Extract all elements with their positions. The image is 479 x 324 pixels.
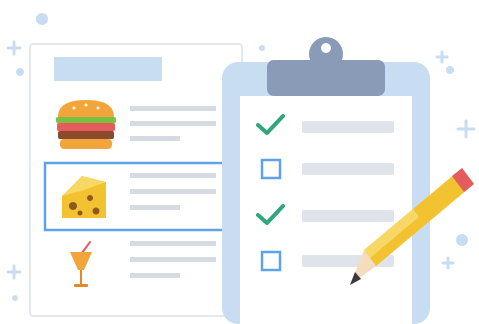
menu-card [29, 43, 243, 317]
menu-card-title-bar [54, 57, 162, 81]
burger-icon [56, 100, 116, 149]
illustration [0, 0, 479, 324]
clipboard [222, 37, 430, 324]
